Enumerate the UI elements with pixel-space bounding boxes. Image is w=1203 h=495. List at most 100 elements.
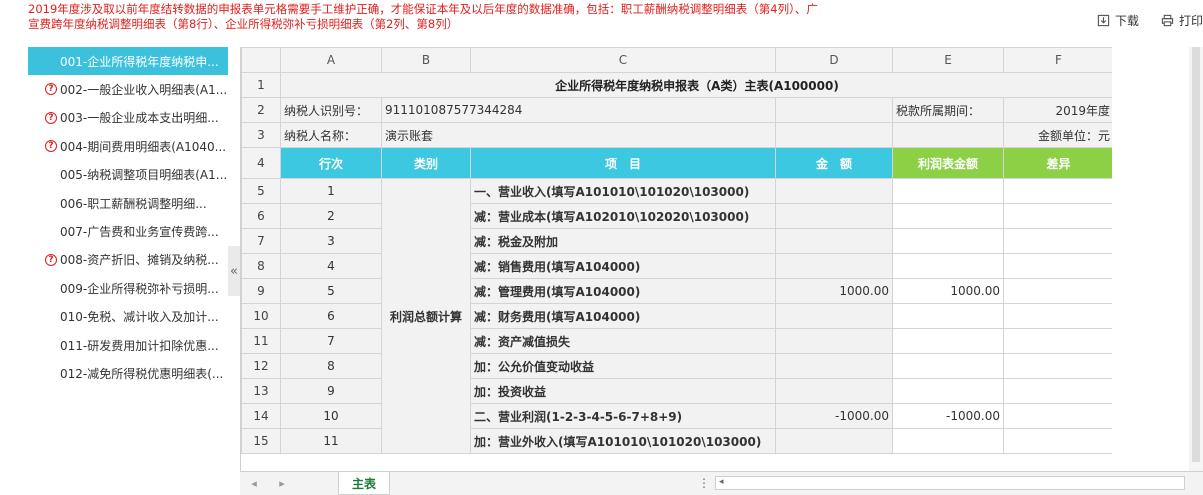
profit-amount-cell[interactable]: 1000.00	[892, 278, 1004, 304]
column-header-d[interactable]: D	[775, 47, 893, 73]
sidebar-item-008[interactable]: ? 008-资产折旧、摊销及纳税...	[28, 246, 228, 274]
cell[interactable]	[775, 122, 893, 148]
sidebar-item-007[interactable]: 007-广告费和业务宣传费跨...	[28, 217, 228, 245]
taxpayer-id-value[interactable]: 911101087577344284	[381, 97, 776, 123]
amount-cell[interactable]	[775, 378, 893, 404]
profit-amount-cell[interactable]	[892, 303, 1004, 329]
sidebar-item-label: 002-一般企业收入明细表(A1...	[60, 83, 228, 98]
column-header-f[interactable]: F	[1003, 47, 1112, 73]
sidebar-item-006[interactable]: 006-职工薪酬税调整明细...	[28, 189, 228, 217]
row-header[interactable]: 5	[241, 178, 281, 204]
profit-amount-cell[interactable]	[892, 428, 1004, 454]
row-header[interactable]: 2	[241, 97, 281, 123]
profit-amount-cell[interactable]	[892, 178, 1004, 204]
row-header[interactable]: 14	[241, 403, 281, 429]
sidebar-item-004[interactable]: ? 004-期间费用明细表(A1040...	[28, 132, 228, 160]
row-header[interactable]: 1	[241, 72, 281, 98]
taxpayer-name-value[interactable]: 演示账套	[381, 122, 776, 148]
column-header-a[interactable]: A	[280, 47, 382, 73]
diff-cell[interactable]	[1003, 253, 1112, 279]
row-header[interactable]: 8	[241, 253, 281, 279]
profit-amount-cell[interactable]	[892, 253, 1004, 279]
diff-cell[interactable]	[1003, 278, 1112, 304]
amount-cell[interactable]	[775, 353, 893, 379]
amount-cell[interactable]: 1000.00	[775, 278, 893, 304]
column-header-b[interactable]: B	[381, 47, 471, 73]
profit-amount-cell[interactable]	[892, 328, 1004, 354]
sidebar-item-002[interactable]: ? 002-一般企业收入明细表(A1...	[28, 75, 228, 103]
table-row: 15 11 加：营业外收入(填写A101010\101020\103000)	[241, 428, 1112, 454]
amount-cell[interactable]	[775, 428, 893, 454]
table-row: 10 6 减：财务费用(填写A104000)	[241, 303, 1112, 329]
row-number: 9	[280, 378, 382, 404]
profit-amount-cell[interactable]	[892, 228, 1004, 254]
amount-cell[interactable]	[775, 228, 893, 254]
table-row: 8 4 减：销售费用(填写A104000)	[241, 253, 1112, 279]
sidebar-item-010[interactable]: 010-免税、减计收入及加计...	[28, 303, 228, 331]
row-header[interactable]: 10	[241, 303, 281, 329]
diff-cell[interactable]	[1003, 303, 1112, 329]
table-row: 5 1 利润总额计算 一、营业收入(填写A101010\101020\10300…	[241, 178, 1112, 454]
row-header[interactable]: 15	[241, 428, 281, 454]
toolbar: 下载 打印	[1097, 12, 1203, 29]
next-sheet-icon[interactable]: ▸	[268, 477, 296, 490]
diff-cell[interactable]	[1003, 328, 1112, 354]
row-header[interactable]: 6	[241, 203, 281, 229]
download-button[interactable]: 下载	[1097, 12, 1139, 29]
item-cell: 减：销售费用(填写A104000)	[470, 253, 776, 279]
diff-cell[interactable]	[1003, 178, 1112, 204]
row-header[interactable]: 7	[241, 228, 281, 254]
amount-cell[interactable]	[775, 178, 893, 204]
profit-amount-cell[interactable]	[892, 353, 1004, 379]
column-header-c[interactable]: C	[470, 47, 776, 73]
taxpayer-id-label: 纳税人识别号：	[280, 97, 382, 123]
row-header[interactable]: 9	[241, 278, 281, 304]
spreadsheet-grid: A B C D E F 1 企业所得税年度纳税申报表（A类）主表(A100000…	[241, 47, 1112, 454]
sidebar-item-005[interactable]: 005-纳税调整项目明细表(A1...	[28, 161, 228, 189]
amount-cell[interactable]: -1000.00	[775, 403, 893, 429]
diff-cell[interactable]	[1003, 403, 1112, 429]
sidebar-item-011[interactable]: 011-研发费用加计扣除优惠...	[28, 331, 228, 359]
cell[interactable]	[892, 122, 1004, 148]
table-row: 2 纳税人识别号： 911101087577344284 税款所属期间： 201…	[241, 97, 1112, 123]
column-header-e[interactable]: E	[892, 47, 1004, 73]
vertical-scrollbar[interactable]	[1189, 47, 1203, 471]
amount-cell[interactable]	[775, 328, 893, 354]
select-all-corner[interactable]	[241, 47, 281, 73]
horizontal-scrollbar[interactable]: ◂	[715, 476, 1185, 490]
row-header[interactable]: 4	[241, 147, 281, 179]
diff-cell[interactable]	[1003, 378, 1112, 404]
row-header[interactable]: 3	[241, 122, 281, 148]
print-button[interactable]: 打印	[1161, 12, 1203, 29]
row-header[interactable]: 11	[241, 328, 281, 354]
row-header[interactable]: 12	[241, 353, 281, 379]
cell[interactable]	[775, 97, 893, 123]
sidebar-item-012[interactable]: 012-减免所得税优惠明细表(...	[28, 359, 228, 387]
sheet-tab-bar: ◂ ▸ 主表 ⋮ ◂	[240, 471, 1203, 495]
sidebar-item-003[interactable]: ? 003-一般企业成本支出明细...	[28, 104, 228, 132]
amount-cell[interactable]	[775, 253, 893, 279]
sidebar-item-001[interactable]: 001-企业所得税年度纳税申...	[28, 47, 228, 76]
amount-cell[interactable]	[775, 203, 893, 229]
profit-amount-cell[interactable]: -1000.00	[892, 403, 1004, 429]
scroll-left-icon[interactable]: ◂	[719, 477, 724, 487]
row-number: 7	[280, 328, 382, 354]
diff-cell[interactable]	[1003, 353, 1112, 379]
sidebar-item-009[interactable]: 009-企业所得税弥补亏损明...	[28, 274, 228, 302]
row-header[interactable]: 13	[241, 378, 281, 404]
tab-splitter-handle[interactable]: ⋮	[698, 476, 710, 490]
header-category: 类别	[381, 147, 471, 179]
prev-sheet-icon[interactable]: ◂	[240, 477, 268, 490]
diff-cell[interactable]	[1003, 428, 1112, 454]
collapse-sidebar-button[interactable]: «	[228, 246, 240, 296]
diff-cell[interactable]	[1003, 203, 1112, 229]
download-icon	[1097, 14, 1110, 27]
question-icon: ?	[45, 253, 57, 266]
amount-cell[interactable]	[775, 303, 893, 329]
diff-cell[interactable]	[1003, 228, 1112, 254]
vertical-scrollbar-thumb[interactable]	[1192, 47, 1200, 462]
sheet-tab-main[interactable]: 主表	[338, 472, 390, 495]
period-value[interactable]: 2019年度	[1003, 97, 1112, 123]
profit-amount-cell[interactable]	[892, 203, 1004, 229]
profit-amount-cell[interactable]	[892, 378, 1004, 404]
